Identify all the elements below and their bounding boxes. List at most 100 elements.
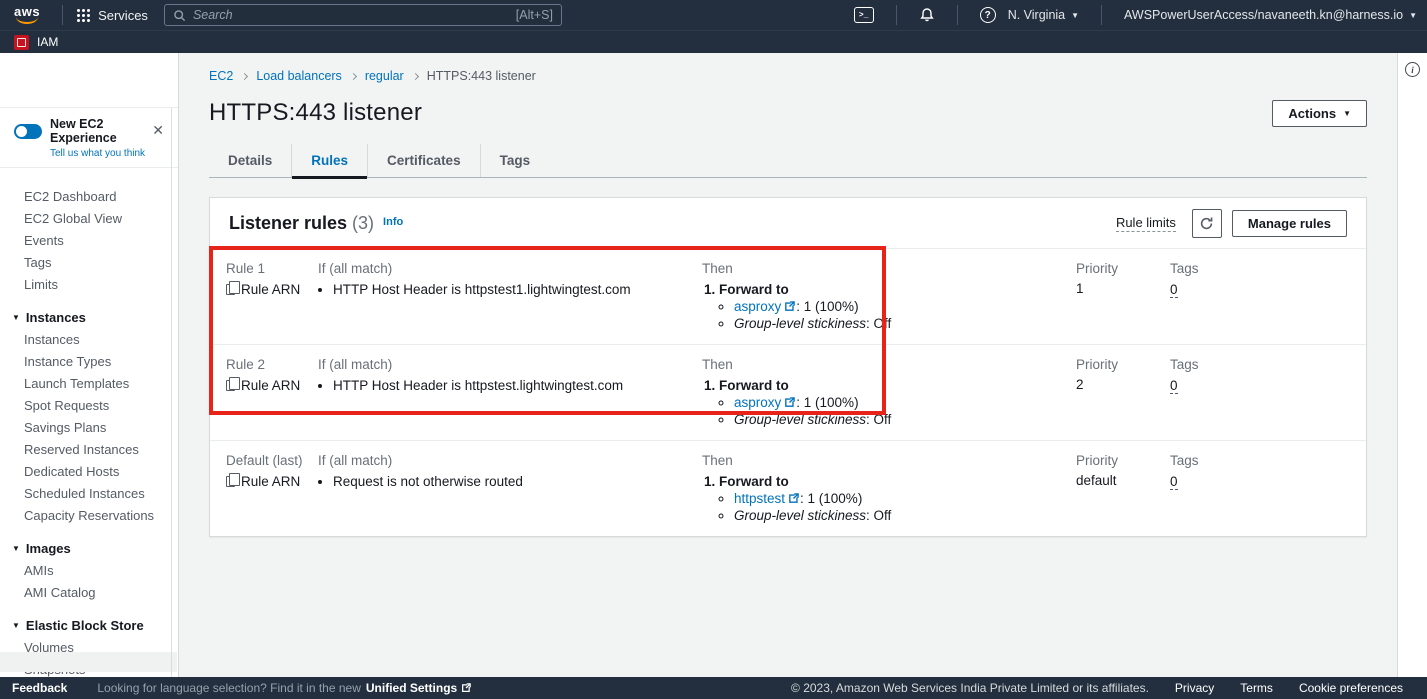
target-weight: : 1 (100%)	[796, 395, 858, 410]
feedback-button[interactable]: Feedback	[12, 681, 67, 695]
new-experience-toggle[interactable]	[14, 124, 42, 139]
sidebar-item-ec2-global-view[interactable]: EC2 Global View	[0, 208, 178, 230]
breadcrumb-ec2[interactable]: EC2	[209, 69, 233, 83]
rule-priority-column: Priority 1	[1076, 261, 1170, 332]
sidebar-item-launch-templates[interactable]: Launch Templates	[0, 373, 178, 395]
help-icon[interactable]: ?	[980, 7, 996, 23]
rule-tags-column: Tags 0	[1170, 357, 1366, 428]
region-selector[interactable]: N. Virginia ▼	[1008, 8, 1079, 22]
listener-tabs: Details Rules Certificates Tags	[209, 144, 1367, 178]
sidebar-item-tags[interactable]: Tags	[0, 252, 178, 274]
sidebar-section-elastic-block-store[interactable]: ▼ Elastic Block Store	[0, 614, 178, 637]
notifications-bell-icon[interactable]	[919, 7, 935, 23]
stickiness-label: Group-level stickiness	[734, 412, 866, 427]
sidebar-item-limits[interactable]: Limits	[0, 274, 178, 296]
sidebar-item-spot-requests[interactable]: Spot Requests	[0, 395, 178, 417]
rule-name-column: Default (last) Rule ARN	[226, 453, 318, 524]
info-link[interactable]: Info	[383, 216, 403, 228]
feedback-link[interactable]: Tell us what you think	[50, 148, 166, 159]
target-weight: : 1 (100%)	[800, 491, 862, 506]
privacy-link[interactable]: Privacy	[1175, 681, 1214, 695]
rule-arn-copy-link[interactable]: Rule ARN	[226, 474, 318, 489]
sidebar-item-savings-plans[interactable]: Savings Plans	[0, 417, 178, 439]
sidebar-section-images[interactable]: ▼ Images	[0, 537, 178, 560]
caret-down-icon: ▼	[12, 621, 20, 630]
breadcrumb-load-balancers[interactable]: Load balancers	[256, 69, 341, 83]
rule-name-column: Rule 2 Rule ARN	[226, 357, 318, 428]
rule-arn-copy-link[interactable]: Rule ARN	[226, 378, 318, 393]
unified-settings-link[interactable]: Unified Settings	[366, 681, 471, 695]
tab-certificates[interactable]: Certificates	[367, 144, 480, 177]
listener-rule-row-2: Rule 2 Rule ARN If (all match) HTTP Host…	[210, 344, 1366, 440]
tags-count-link[interactable]: 0	[1170, 378, 1178, 394]
account-menu[interactable]: AWSPowerUserAccess/navaneeth.kn@harness.…	[1124, 8, 1417, 22]
favorite-iam-link[interactable]: IAM	[37, 35, 58, 49]
tags-count-link[interactable]: 0	[1170, 282, 1178, 298]
breadcrumb-regular[interactable]: regular	[365, 69, 404, 83]
tab-details[interactable]: Details	[209, 144, 291, 177]
sidebar-section-instances[interactable]: ▼ Instances	[0, 306, 178, 329]
forward-to-label: Forward to	[719, 282, 789, 297]
aws-logo[interactable]: aws	[14, 6, 40, 24]
rule-action-column: Then Forward to httpstest: 1 (100%) Grou…	[702, 453, 1076, 524]
refresh-button[interactable]	[1192, 209, 1222, 238]
stickiness-line: Group-level stickiness: Off	[734, 508, 1076, 525]
rule-arn-label: Rule ARN	[241, 378, 300, 393]
sidebar-item-instances[interactable]: Instances	[0, 329, 178, 351]
manage-rules-label: Manage rules	[1248, 216, 1331, 231]
rule-condition: HTTP Host Header is httpstest1.lightwing…	[333, 281, 702, 298]
then-header: Then	[702, 453, 1076, 468]
unified-settings-label: Unified Settings	[366, 681, 457, 695]
manage-rules-button[interactable]: Manage rules	[1232, 210, 1347, 237]
rule-condition-column: If (all match) HTTP Host Header is https…	[318, 261, 702, 332]
rule-name: Default (last)	[226, 453, 318, 468]
stickiness-label: Group-level stickiness	[734, 316, 866, 331]
external-link-icon	[461, 683, 471, 693]
sidebar-item-events[interactable]: Events	[0, 230, 178, 252]
sidebar-item-scheduled-instances[interactable]: Scheduled Instances	[0, 483, 178, 505]
page-title: HTTPS:443 listener	[209, 99, 422, 127]
sidebar-scroll-strip	[0, 652, 177, 672]
target-group-line: httpstest : 1 (100%)	[734, 491, 1076, 508]
copyright-text: © 2023, Amazon Web Services India Privat…	[791, 681, 1149, 695]
language-hint-text: Looking for language selection? Find it …	[97, 681, 361, 695]
tab-tags[interactable]: Tags	[480, 144, 550, 177]
tags-count-link[interactable]: 0	[1170, 474, 1178, 490]
sidebar-item-ami-catalog[interactable]: AMI Catalog	[0, 582, 178, 604]
sidebar-item-instance-types[interactable]: Instance Types	[0, 351, 178, 373]
services-menu-button[interactable]: Services	[73, 8, 152, 23]
refresh-icon	[1199, 216, 1214, 231]
priority-header: Priority	[1076, 453, 1170, 468]
sidebar-item-dedicated-hosts[interactable]: Dedicated Hosts	[0, 461, 178, 483]
listener-rules-header: Listener rules (3) Info Rule limits Mana	[210, 198, 1366, 248]
sidebar-item-capacity-reservations[interactable]: Capacity Reservations	[0, 505, 178, 527]
stickiness-line: Group-level stickiness: Off	[734, 316, 1076, 333]
tab-rules[interactable]: Rules	[291, 144, 367, 177]
cookie-preferences-link[interactable]: Cookie preferences	[1299, 681, 1403, 695]
global-search-input[interactable]: Search [Alt+S]	[164, 4, 562, 26]
priority-header: Priority	[1076, 261, 1170, 276]
actions-button[interactable]: Actions ▼	[1272, 100, 1367, 127]
sidebar-scrollbar[interactable]	[171, 108, 172, 677]
sidebar-item-ec2-dashboard[interactable]: EC2 Dashboard	[0, 186, 178, 208]
info-icon[interactable]: i	[1405, 62, 1420, 77]
section-label: Images	[26, 541, 71, 556]
target-group-link[interactable]: asproxy	[734, 395, 781, 410]
breadcrumb: EC2 Load balancers regular HTTPS:443 lis…	[209, 69, 1367, 83]
nav-divider	[1101, 5, 1102, 25]
cloudshell-icon[interactable]: >_	[854, 7, 874, 23]
target-group-link[interactable]: httpstest	[734, 491, 785, 506]
nav-divider	[957, 5, 958, 25]
iam-service-icon	[14, 35, 29, 50]
rule-limits-link[interactable]: Rule limits	[1116, 215, 1176, 232]
terms-link[interactable]: Terms	[1240, 681, 1273, 695]
close-icon[interactable]: ✕	[152, 122, 164, 139]
chevron-down-icon: ▼	[1343, 109, 1351, 118]
sidebar-item-amis[interactable]: AMIs	[0, 560, 178, 582]
aws-smile-icon	[16, 17, 38, 24]
region-label: N. Virginia	[1008, 8, 1065, 22]
chevron-down-icon: ▼	[1071, 11, 1079, 20]
sidebar-item-reserved-instances[interactable]: Reserved Instances	[0, 439, 178, 461]
rule-arn-copy-link[interactable]: Rule ARN	[226, 282, 318, 297]
target-group-link[interactable]: asproxy	[734, 299, 781, 314]
